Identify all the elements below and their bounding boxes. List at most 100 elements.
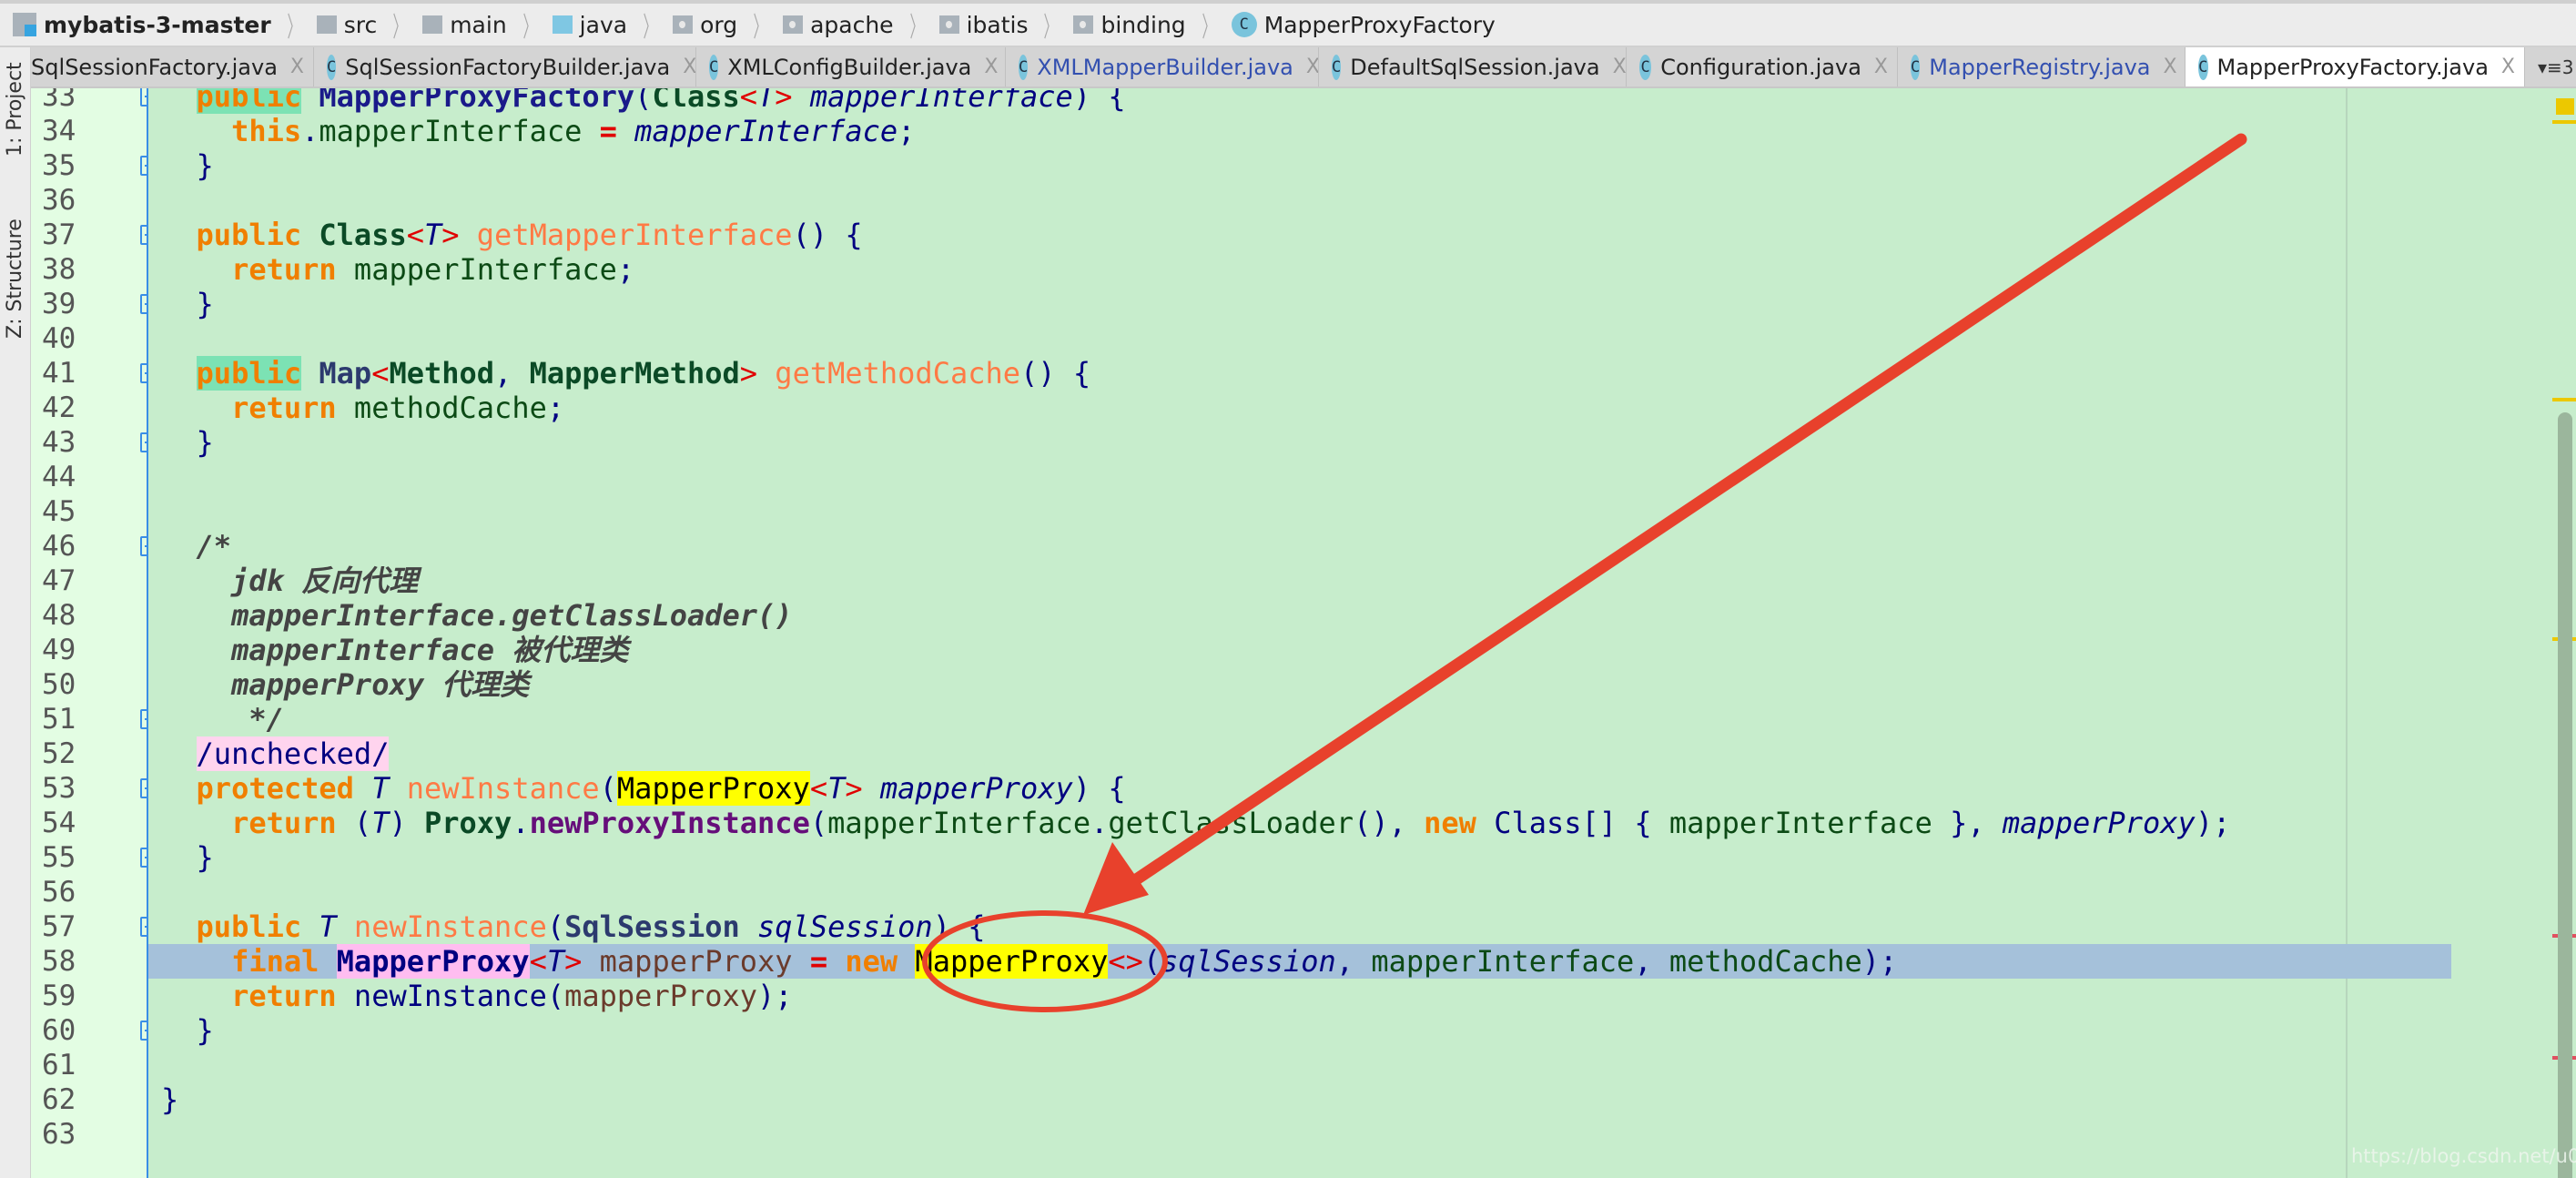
breadcrumb-item[interactable]: java 〉 (552, 4, 673, 46)
code-token: mapperInterface (634, 114, 898, 148)
line-number: 49 (42, 634, 76, 666)
line-number: 40 (42, 322, 76, 355)
breadcrumb-item[interactable]: mybatis-3-master 〉 (13, 4, 317, 46)
line-number: 36 (42, 184, 76, 217)
tab-mapperregistry-java[interactable]: C MapperRegistry.java X (1898, 47, 2186, 86)
tool-window-project[interactable]: 1: Project (4, 62, 26, 157)
inspection-status-icon[interactable] (2556, 98, 2574, 115)
line-number: 63 (42, 1118, 76, 1151)
tab-overflow-button[interactable]: ▾≡3 (2525, 47, 2574, 86)
code-token: this (231, 114, 302, 148)
code-token: mapperInterface (827, 806, 1091, 840)
code-token: ; (898, 114, 916, 148)
breadcrumb-item[interactable]: org 〉 (673, 4, 783, 46)
breadcrumb-item[interactable]: ibatis 〉 (938, 4, 1074, 46)
tab-xmlmapperbuilder-java[interactable]: C XMLMapperBuilder.java X (1006, 47, 1319, 86)
fold-toggle-icon[interactable] (140, 432, 147, 452)
breadcrumb-item[interactable]: binding 〉 (1073, 4, 1231, 46)
close-icon[interactable]: X (1874, 56, 1888, 78)
tab-ultsqlsessionfactory-java[interactable]: ultSqlSessionFactory.java X (31, 47, 314, 86)
fold-toggle-icon[interactable] (140, 848, 147, 868)
class-icon: C (1911, 54, 1921, 80)
close-icon[interactable]: X (1306, 56, 1318, 78)
code-token: } (161, 287, 214, 321)
breadcrumb-item[interactable]: apache 〉 (783, 4, 938, 46)
tool-window-structure[interactable]: Z: Structure (4, 218, 26, 339)
code-token: return (231, 391, 337, 425)
code-token: newInstance (406, 771, 600, 806)
code-token: ); (2195, 806, 2231, 840)
close-icon[interactable]: X (2164, 56, 2177, 78)
close-icon[interactable]: X (683, 56, 695, 78)
code-token: T (319, 909, 337, 944)
close-icon[interactable]: X (290, 56, 304, 78)
code-token: = (809, 944, 828, 979)
tab-xmlconfigbuilder-java[interactable]: C XMLConfigBuilder.java X (696, 47, 1006, 86)
breadcrumb-label: main (450, 11, 507, 38)
fold-toggle-icon[interactable] (140, 1021, 147, 1041)
line-number: 62 (42, 1083, 76, 1116)
line-number: 59 (42, 980, 76, 1012)
fold-toggle-icon[interactable] (140, 709, 147, 729)
code-token: final (231, 944, 319, 979)
fold-toggle-icon[interactable] (140, 225, 147, 245)
fold-toggle-icon[interactable] (140, 363, 147, 383)
code-token: mapperProxy (2002, 806, 2196, 840)
vertical-scrollbar[interactable] (2558, 412, 2572, 1178)
code-token: MapperProxy (336, 944, 530, 979)
code-token: ( (546, 909, 565, 944)
code-line: mapperProxy 代理类 (161, 667, 529, 702)
breadcrumb-item[interactable]: C MapperProxyFactory (1231, 4, 1496, 46)
code-token: . (1090, 806, 1109, 840)
tab-defaultsqlsession-java[interactable]: C DefaultSqlSession.java X (1319, 47, 1627, 86)
code-line: } (161, 1013, 214, 1048)
close-icon[interactable]: X (1613, 56, 1626, 78)
code-token: getMethodCache (775, 356, 1021, 391)
fold-toggle-icon[interactable] (140, 536, 147, 556)
line-number: 43 (42, 426, 76, 459)
code-token: MapperMethod (529, 356, 740, 391)
code-token: getClassLoader (1108, 806, 1354, 840)
code-token: > (441, 218, 460, 252)
breadcrumb-item[interactable]: src 〉 (316, 4, 423, 46)
breadcrumb-item[interactable]: main 〉 (422, 4, 552, 46)
warning-marker[interactable] (2552, 398, 2576, 401)
code-token: ( (634, 88, 653, 114)
line-number: 54 (42, 807, 76, 839)
warning-marker[interactable] (2552, 120, 2576, 124)
fold-toggle-icon[interactable] (140, 294, 147, 314)
fold-toggle-icon[interactable] (140, 88, 147, 107)
tab-configuration-java[interactable]: C Configuration.java X (1627, 47, 1898, 86)
tab-label: ultSqlSessionFactory.java (31, 54, 278, 80)
close-icon[interactable]: X (984, 56, 998, 78)
class-icon: C (709, 54, 719, 80)
fold-toggle-icon[interactable] (140, 156, 147, 176)
code-token: T (546, 944, 565, 979)
code-token: } (161, 148, 214, 183)
close-icon[interactable]: X (2501, 56, 2515, 78)
tab-sqlsessionfactorybuilder-java[interactable]: C SqlSessionFactoryBuilder.java X (314, 47, 696, 86)
code-token: */ (161, 702, 284, 736)
code-token: mapperProxy (599, 944, 793, 979)
fold-toggle-icon[interactable] (140, 917, 147, 937)
code-token: return (231, 979, 337, 1013)
code-token: mapperInterface (809, 88, 1073, 114)
tab-label: MapperRegistry.java (1929, 54, 2151, 80)
code-editor[interactable]: public MapperProxyFactory(Class<T> mappe… (148, 88, 2576, 1178)
code-token: , (1634, 944, 1669, 979)
fold-toggle-icon[interactable] (140, 778, 147, 798)
class-icon: C (327, 54, 337, 80)
tab-mapperproxyfactory-java[interactable]: C MapperProxyFactory.java X (2186, 47, 2525, 86)
package-icon (673, 15, 694, 34)
code-token: /* (161, 529, 232, 564)
